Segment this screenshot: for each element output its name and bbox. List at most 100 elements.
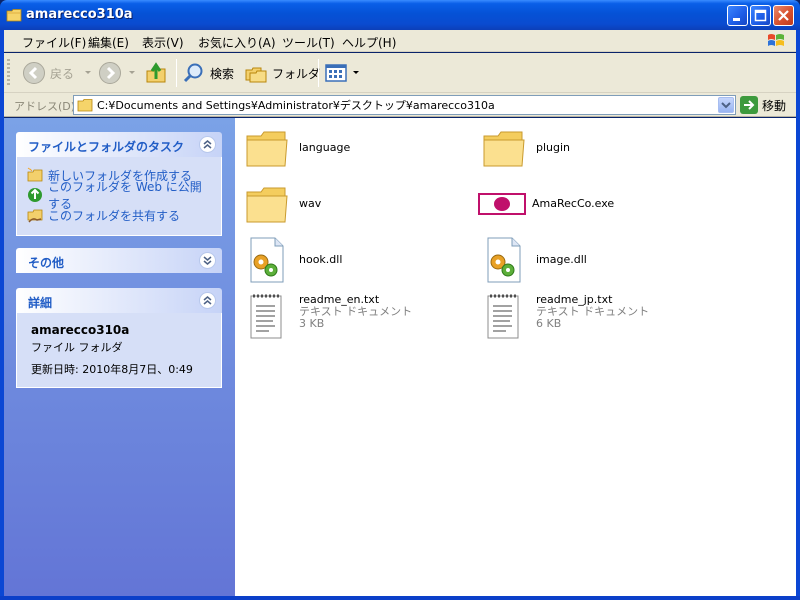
back-label: 戻る bbox=[50, 66, 75, 81]
menu-tools[interactable]: ツール(T) bbox=[282, 34, 335, 51]
details-item-type: ファイル フォルダ bbox=[31, 341, 123, 354]
folder-icon bbox=[483, 131, 525, 167]
folder-icon bbox=[77, 99, 93, 112]
chevron-down-icon bbox=[129, 71, 135, 74]
toolbar-grip[interactable] bbox=[7, 59, 10, 87]
file-size: 6 KB bbox=[536, 317, 562, 330]
maximize-button[interactable] bbox=[750, 5, 771, 26]
collapse-button[interactable] bbox=[199, 136, 216, 153]
menu-view[interactable]: 表示(V) bbox=[142, 34, 184, 51]
folder-icon bbox=[246, 187, 288, 223]
chevron-up-icon bbox=[203, 296, 212, 305]
file-tasks-header[interactable]: ファイルとフォルダのタスク bbox=[16, 132, 222, 157]
other-places-header[interactable]: その他 bbox=[16, 248, 222, 273]
publish-web-icon bbox=[28, 188, 42, 202]
file-list-pane[interactable]: language plugin wav AmaRecCo.exe hook.dl… bbox=[235, 118, 796, 596]
search-label: 検索 bbox=[210, 66, 235, 81]
folders-icon bbox=[245, 67, 267, 83]
file-tasks-body: 新しいフォルダを作成する このフォルダを Web に公開する このフォルダを共有… bbox=[16, 157, 222, 236]
file-item-readme-jp[interactable]: readme_jp.txt テキスト ドキュメント 6 KB bbox=[480, 292, 649, 340]
minimize-icon bbox=[733, 18, 740, 21]
details-item-name: amarecco310a bbox=[31, 323, 130, 337]
other-places-title: その他 bbox=[28, 256, 65, 270]
menu-edit[interactable]: 編集(E) bbox=[88, 34, 129, 51]
file-item-image-dll[interactable]: image.dll bbox=[480, 236, 587, 284]
forward-arrow-icon bbox=[99, 62, 121, 84]
search-icon bbox=[183, 63, 203, 83]
back-button[interactable]: 戻る bbox=[22, 59, 92, 87]
collapse-button[interactable] bbox=[199, 292, 216, 309]
maximize-icon bbox=[754, 9, 767, 22]
views-button[interactable] bbox=[324, 59, 360, 87]
menu-file[interactable]: ファイル(F) bbox=[22, 34, 86, 51]
chevron-down-icon bbox=[203, 256, 212, 265]
dll-icon bbox=[250, 237, 284, 283]
toolbar-separator bbox=[176, 59, 177, 87]
up-folder-button[interactable] bbox=[144, 59, 168, 87]
folders-button[interactable]: フォルダ bbox=[244, 59, 320, 87]
views-icon bbox=[325, 64, 347, 82]
forward-button[interactable] bbox=[98, 59, 136, 87]
file-name: hook.dll bbox=[299, 253, 343, 266]
menu-favorites[interactable]: お気に入り(A) bbox=[198, 34, 276, 51]
close-button[interactable] bbox=[773, 5, 794, 26]
standard-toolbar: 戻る 検索 フォルダ bbox=[4, 53, 796, 93]
minimize-button[interactable] bbox=[727, 5, 748, 26]
chevron-up-icon bbox=[203, 140, 212, 149]
file-item-readme-en[interactable]: readme_en.txt テキスト ドキュメント 3 KB bbox=[243, 292, 412, 340]
file-size: 3 KB bbox=[299, 317, 325, 330]
address-path: C:¥Documents and Settings¥Administrator¥… bbox=[97, 99, 495, 112]
file-name: language bbox=[299, 141, 351, 154]
share-folder-icon bbox=[27, 209, 43, 223]
toolbar-separator bbox=[318, 59, 319, 87]
new-folder-icon bbox=[27, 167, 43, 182]
dll-icon bbox=[487, 237, 521, 283]
address-dropdown-button[interactable] bbox=[718, 97, 734, 113]
back-arrow-icon bbox=[23, 62, 45, 84]
details-modified: 更新日時: 2010年8月7日、0:49 bbox=[31, 363, 193, 376]
text-file-icon bbox=[250, 294, 282, 339]
menu-help[interactable]: ヘルプ(H) bbox=[342, 34, 396, 51]
task-share-folder-label: このフォルダを共有する bbox=[48, 208, 181, 223]
file-name: AmaRecCo.exe bbox=[532, 197, 615, 210]
exe-icon bbox=[478, 193, 526, 215]
file-tasks-panel: ファイルとフォルダのタスク 新しいフォルダを作成する このフォルダを Web に… bbox=[16, 132, 222, 236]
windows-flag-icon bbox=[768, 34, 784, 46]
task-publish-web[interactable]: このフォルダを Web に公開する bbox=[27, 180, 211, 211]
window-title: amarecco310a bbox=[26, 7, 133, 22]
folder-icon bbox=[6, 9, 22, 22]
search-button[interactable]: 検索 bbox=[182, 59, 234, 87]
window-frame-bottom bbox=[0, 596, 800, 600]
file-item-plugin[interactable]: plugin bbox=[480, 124, 570, 172]
details-title: 詳細 bbox=[28, 296, 53, 310]
folder-icon bbox=[246, 131, 288, 167]
go-button[interactable]: 移動 bbox=[740, 95, 786, 115]
address-input[interactable]: C:¥Documents and Settings¥Administrator¥… bbox=[73, 95, 736, 115]
file-item-amarecco-exe[interactable]: AmaRecCo.exe bbox=[478, 180, 614, 228]
file-tasks-title: ファイルとフォルダのタスク bbox=[28, 140, 185, 154]
explorer-window: amarecco310a ファイル(F) 編集(E) 表示(V) お気に入り(A… bbox=[0, 0, 800, 600]
details-body: amarecco310a ファイル フォルダ 更新日時: 2010年8月7日、0… bbox=[16, 313, 222, 388]
go-arrow-icon bbox=[740, 96, 758, 114]
details-header[interactable]: 詳細 bbox=[16, 288, 222, 313]
address-label: アドレス(D) bbox=[14, 100, 76, 113]
chevron-down-icon bbox=[721, 102, 731, 109]
menu-bar: ファイル(F) 編集(E) 表示(V) お気に入り(A) ツール(T) ヘルプ(… bbox=[4, 30, 796, 52]
other-places-panel: その他 bbox=[16, 248, 222, 273]
file-item-hook-dll[interactable]: hook.dll bbox=[243, 236, 342, 284]
file-name: wav bbox=[299, 197, 322, 210]
file-name: image.dll bbox=[536, 253, 587, 266]
title-bar[interactable]: amarecco310a bbox=[0, 0, 800, 30]
task-pane: ファイルとフォルダのタスク 新しいフォルダを作成する このフォルダを Web に… bbox=[4, 118, 235, 596]
chevron-down-icon bbox=[353, 71, 359, 74]
close-icon bbox=[778, 10, 789, 21]
file-item-wav[interactable]: wav bbox=[243, 180, 321, 228]
file-name: plugin bbox=[536, 141, 571, 154]
window-frame-right bbox=[796, 30, 800, 600]
up-folder-icon bbox=[146, 62, 166, 83]
go-label: 移動 bbox=[762, 98, 787, 113]
file-item-language[interactable]: language bbox=[243, 124, 350, 172]
expand-button[interactable] bbox=[199, 252, 216, 269]
address-bar: アドレス(D) C:¥Documents and Settings¥Admini… bbox=[4, 93, 796, 117]
text-file-icon bbox=[487, 294, 519, 339]
